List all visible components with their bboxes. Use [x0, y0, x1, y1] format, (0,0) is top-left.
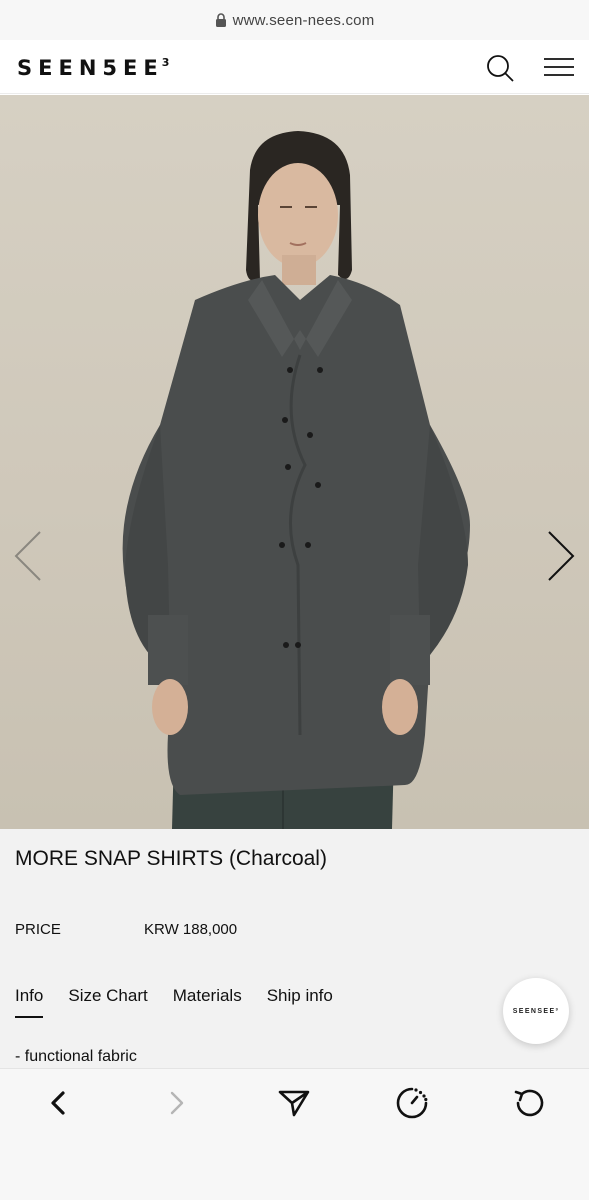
product-image-carousel[interactable]	[0, 95, 589, 829]
product-photo	[122, 131, 470, 829]
lock-icon	[215, 13, 226, 27]
timer-icon	[396, 1087, 428, 1119]
next-image-arrow-icon[interactable]	[543, 528, 579, 584]
url-text: www.seen-nees.com	[232, 11, 375, 29]
send-icon	[278, 1090, 310, 1117]
tab-materials[interactable]: Materials	[173, 986, 242, 1018]
reload-icon	[514, 1089, 544, 1117]
search-icon[interactable]	[485, 53, 515, 83]
back-button[interactable]	[38, 1083, 78, 1123]
reload-button[interactable]	[510, 1083, 550, 1123]
chevron-left-icon	[51, 1091, 65, 1115]
address-bar[interactable]: www.seen-nees.com	[0, 0, 589, 40]
floating-brand-badge[interactable]: SEENSEE³	[503, 978, 569, 1044]
share-button[interactable]	[274, 1083, 314, 1123]
previous-image-arrow-icon[interactable]	[10, 528, 46, 584]
price-label: PRICE	[15, 921, 61, 938]
product-info-panel: MORE SNAP SHIRTS (Charcoal) PRICE KRW 18…	[0, 829, 589, 1069]
price-value: KRW 188,000	[144, 921, 238, 938]
product-tabs: Info Size Chart Materials Ship info	[15, 986, 333, 1018]
brand-logo[interactable]: SEEN5EE3	[17, 56, 169, 80]
site-header: SEEN5EE3	[0, 40, 589, 94]
tab-size-chart[interactable]: Size Chart	[68, 986, 147, 1018]
browser-toolbar	[0, 1068, 589, 1200]
timer-button[interactable]	[392, 1083, 432, 1123]
tab-ship-info[interactable]: Ship info	[267, 986, 333, 1018]
product-title: MORE SNAP SHIRTS (Charcoal)	[15, 847, 327, 870]
product-description: - functional fabric	[15, 1048, 137, 1065]
forward-button[interactable]	[157, 1083, 197, 1123]
tab-info[interactable]: Info	[15, 986, 44, 1018]
hamburger-menu-icon[interactable]	[543, 54, 575, 80]
chevron-right-icon	[170, 1091, 184, 1115]
